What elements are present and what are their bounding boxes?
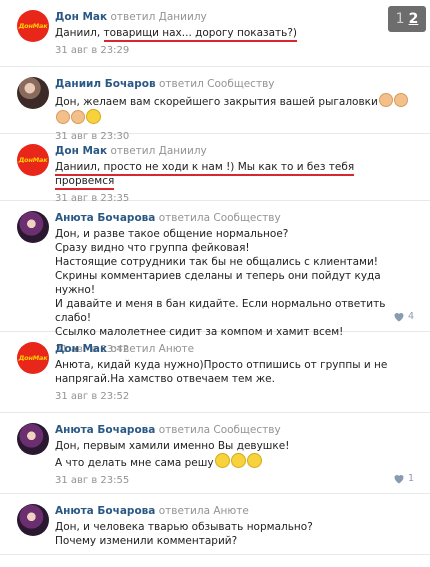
comment-author[interactable]: Дон Мак (55, 145, 107, 157)
avatar[interactable] (17, 211, 49, 243)
like-count: 4 (407, 311, 414, 322)
page-2-button[interactable]: 2 (409, 11, 419, 27)
comment-author[interactable]: Дон Мак (55, 343, 107, 355)
laughing-face-icon (230, 453, 246, 468)
like-button[interactable]: 1 (393, 473, 414, 484)
comment-item: Анюта Бочарова ответила Сообществу Дон, и… (0, 201, 430, 355)
comment-author[interactable]: Даниил Бочаров (55, 78, 156, 90)
like-count: 1 (407, 473, 414, 484)
comment-timestamp[interactable]: 31 авг в 23:29 (55, 43, 414, 59)
reply-action: ответила (158, 505, 211, 517)
comment-text-highlighted: Даниил, просто не ходи к нам !) Мы как т… (55, 161, 355, 190)
donmak-logo: ДонМак (18, 156, 48, 164)
clapping-hands-icon (71, 110, 85, 124)
donmak-logo: ДонМак (18, 354, 48, 362)
comment-author[interactable]: Анюта Бочарова (55, 212, 155, 224)
comment-timestamp[interactable] (55, 551, 414, 567)
laughing-face-icon (86, 109, 101, 124)
reply-target[interactable]: Даниилу (159, 11, 207, 23)
comment-text: Дон, и разве такое общение нормальное? С… (55, 227, 414, 339)
avatar[interactable]: ДонМак (17, 10, 49, 42)
reply-target[interactable]: Даниилу (159, 145, 207, 157)
comment-list: ДонМак Дон Мак ответил Даниилу Даниил, тов… (0, 0, 430, 555)
heart-icon (394, 313, 404, 322)
comment-text-plain: Даниил, (55, 27, 104, 39)
like-button[interactable]: 4 (393, 311, 414, 322)
comment-text: Дон, желаем вам скорейшего закрытия ваше… (55, 93, 414, 126)
comment-text-plain: Дон, и человека тварью обзывать нормальн… (55, 521, 313, 547)
avatar[interactable] (17, 77, 49, 109)
reply-action: ответил (110, 11, 156, 23)
avatar[interactable]: ДонМак (17, 144, 49, 176)
comment-text-highlighted: товарищи нах... дорогу показать?) (103, 27, 298, 42)
reply-target[interactable]: Сообществу (213, 212, 280, 224)
comment-timestamp[interactable]: 31 авг в 23:52 (55, 389, 414, 405)
reply-target[interactable]: Сообществу (207, 78, 274, 90)
comment-item: ДонМак Дон Мак ответил Даниилу Даниил, про… (0, 134, 430, 204)
avatar[interactable] (17, 504, 49, 536)
comment-timestamp[interactable]: 31 авг в 23:55 (55, 473, 414, 489)
reply-target[interactable]: Анюте (213, 505, 248, 517)
comment-item: ДонМак Дон Мак ответил Анюте Анюта, кидай … (0, 332, 430, 413)
reply-action: ответил (110, 343, 156, 355)
comment-text-plain: Дон, желаем вам скорейшего закрытия ваше… (55, 96, 378, 108)
comment-item: Анюта Бочарова ответила Сообществу Дон, п… (0, 413, 430, 494)
page-1-button[interactable]: 1 (396, 11, 405, 27)
comment-text-plain: Анюта, кидай куда нужно)Просто отпишись … (55, 359, 388, 385)
comment-text: Дон, и человека тварью обзывать нормальн… (55, 520, 414, 548)
heart-icon (394, 475, 404, 484)
comment-text: Дон, первым хамили именно Вы девушке! А … (55, 439, 414, 470)
page-switcher[interactable]: 1 2 (388, 6, 426, 32)
comment-item: Даниил Бочаров ответил Сообществу Дон, же… (0, 67, 430, 142)
reply-action: ответила (158, 424, 211, 436)
reply-action: ответил (158, 78, 204, 90)
donmak-logo: ДонМак (18, 22, 48, 30)
comment-text-plain: Дон, и разве такое общение нормальное? С… (55, 228, 386, 338)
clapping-hands-icon (378, 93, 393, 107)
clapping-hands-icon (393, 93, 408, 107)
comment-text: Даниил, просто не ходи к нам !) Мы как т… (55, 160, 414, 190)
comment-author[interactable]: Анюта Бочарова (55, 505, 155, 517)
comment-author[interactable]: Дон Мак (55, 11, 107, 23)
comment-text: Анюта, кидай куда нужно)Просто отпишись … (55, 358, 414, 386)
reply-action: ответила (158, 212, 211, 224)
comment-item: Анюта Бочарова ответила Анюте Дон, и чело… (0, 494, 430, 555)
laughing-face-icon (246, 453, 262, 468)
reply-action: ответил (110, 145, 156, 157)
comment-text: Даниил, товарищи нах... дорогу показать?… (55, 26, 414, 42)
reply-target[interactable]: Сообществу (213, 424, 280, 436)
reply-target[interactable]: Анюте (159, 343, 194, 355)
comment-item: ДонМак Дон Мак ответил Даниилу Даниил, тов… (0, 0, 430, 67)
avatar[interactable]: ДонМак (17, 342, 49, 374)
comment-author[interactable]: Анюта Бочарова (55, 424, 155, 436)
clapping-hands-icon (56, 110, 70, 124)
laughing-face-icon (214, 453, 230, 468)
avatar[interactable] (17, 423, 49, 455)
